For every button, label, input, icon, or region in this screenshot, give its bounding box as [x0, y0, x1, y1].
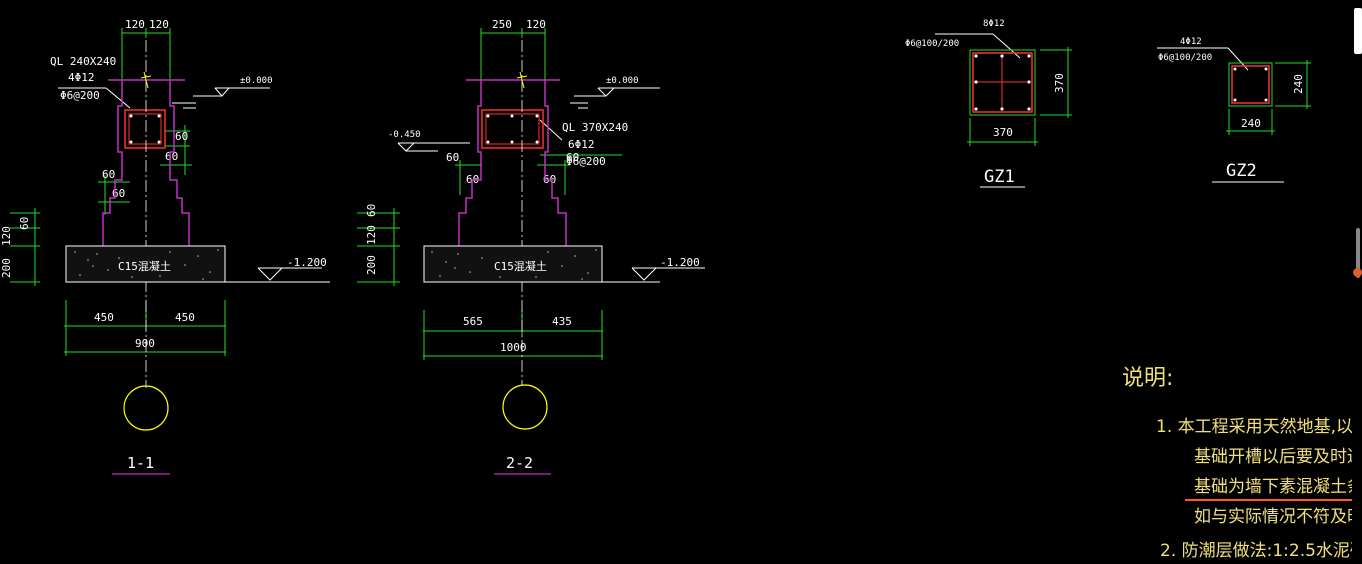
elev-bottom-marker: [602, 267, 705, 283]
dim-top-left: 120: [125, 18, 145, 31]
height-3: 200: [365, 255, 378, 275]
gz2-stirrup: [1231, 65, 1270, 104]
elev-mid-marker: [397, 142, 470, 152]
elev-mid: -0.450: [388, 130, 421, 140]
gz1-stirrups: Φ6@100/200: [905, 39, 959, 49]
elev-bottom: -1.200: [287, 256, 327, 269]
dim-bottom-2: 435: [552, 315, 572, 328]
dim-top-left: 250: [492, 18, 512, 31]
height-1: 60: [18, 217, 31, 230]
height-1: 60: [365, 204, 378, 217]
gz1-bars: 8Φ12: [983, 19, 1005, 29]
height-2: 120: [0, 226, 13, 246]
top-dimension-lines: [357, 28, 622, 360]
dim-bottom-1: 450: [94, 311, 114, 324]
scrollbar-thumb[interactable]: [1354, 8, 1362, 54]
gz2-rebars: [1233, 67, 1268, 102]
notes-line-3: 基础为墙下素混凝土条形基础,: [1194, 477, 1362, 497]
gz2-width: 240: [1241, 117, 1261, 130]
beam-bars: 4Φ12: [68, 71, 95, 84]
beam-name: QL 370X240: [562, 121, 628, 134]
wall-outline: [458, 79, 567, 246]
elev-top: ±0.000: [606, 76, 639, 86]
column-gz1: 8Φ12 Φ6@100/200 370 370 GZ1: [905, 19, 1072, 188]
dim-total: 900: [135, 337, 155, 350]
step-label-1: 60: [446, 151, 459, 164]
notes-heading: 说明:: [1122, 366, 1173, 391]
concrete-label: C15混凝土: [494, 259, 547, 273]
axis-bubble: [502, 384, 548, 430]
step-label-3: 60: [102, 168, 115, 181]
gz2-bars: 4Φ12: [1180, 37, 1202, 47]
elev-top-marker: [172, 87, 270, 109]
elev-bottom-marker: [225, 267, 330, 283]
dim-top-right: 120: [149, 18, 169, 31]
dim-bottom-2: 450: [175, 311, 195, 324]
design-notes: 说明: 1. 本工程采用天然地基,以第2层粉土 基础开槽以后要及时通知相关人 基…: [1122, 366, 1362, 561]
notes-line-4: 如与实际情况不符及时通知设计: [1194, 507, 1362, 527]
gz1-ties: [975, 55, 1030, 110]
notes-line-1: 1. 本工程采用天然地基,以第2层粉土: [1156, 417, 1362, 437]
step-label-1: 60: [175, 130, 188, 143]
gz1-height: 370: [1053, 73, 1066, 93]
section-2-2: 250 120 ±0.000 -0.450 QL 370X240 6Φ12 Φ6…: [357, 18, 705, 475]
ring-beam-1-1: [124, 109, 166, 149]
gz1-title: GZ1: [984, 167, 1015, 187]
section-1-1: 120 120 QL 240X240 4Φ12 Φ6@200 ±0.000 60…: [0, 18, 330, 475]
elev-bottom: -1.200: [660, 256, 700, 269]
gz2-title: GZ2: [1226, 161, 1257, 181]
step-label-4: 60: [566, 151, 579, 164]
elev-top-marker: [570, 87, 660, 109]
beam-stirrups: Φ6@200: [60, 89, 100, 102]
gz1-dims: [967, 47, 1072, 146]
gz2-stirrups: Φ6@100/200: [1158, 53, 1212, 63]
axis-bubble: [123, 385, 169, 431]
dim-bottom-1: 565: [463, 315, 483, 328]
gz2-height: 240: [1292, 74, 1305, 94]
vertical-scrollbar[interactable]: [1352, 0, 1362, 564]
dim-top-right: 120: [526, 18, 546, 31]
elev-top: ±0.000: [240, 76, 273, 86]
concrete-label: C15混凝土: [118, 259, 171, 273]
section-title: 1-1: [127, 454, 154, 472]
ring-beam-2-2: [481, 109, 544, 149]
column-gz2: 4Φ12 Φ6@100/200 240 240 GZ2: [1157, 37, 1311, 183]
notes-line-2: 基础开槽以后要及时通知相关人: [1194, 447, 1362, 467]
section-title: 2-2: [506, 454, 533, 472]
gz1-width: 370: [993, 126, 1013, 139]
height-2: 120: [365, 225, 378, 245]
height-3: 200: [0, 258, 13, 278]
zoom-slider-knob[interactable]: [1353, 268, 1362, 277]
beam-bars: 6Φ12: [568, 138, 595, 151]
cad-drawing-canvas[interactable]: 120 120 QL 240X240 4Φ12 Φ6@200 ±0.000 60…: [0, 0, 1362, 564]
notes-line-5: 2. 防潮层做法:1:2.5水泥砂浆加5: [1160, 541, 1362, 561]
beam-name: QL 240X240: [50, 55, 116, 68]
dim-total: 1000: [500, 341, 527, 354]
